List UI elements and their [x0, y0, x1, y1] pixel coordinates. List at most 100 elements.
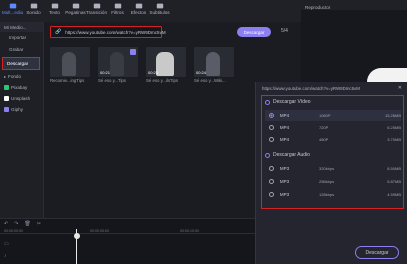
radio-icon [269, 113, 274, 118]
toolbar-text[interactable]: Texto [44, 0, 65, 22]
sidebar-item-giphy[interactable]: Giphy [0, 102, 43, 113]
option-size: 3.70MB [387, 137, 401, 142]
toolbar-label: Transición [85, 10, 108, 15]
audio-icon [265, 152, 270, 158]
folder-icon [9, 3, 16, 9]
audio-option-row[interactable]: MP3 256kbps 5.87MB [265, 176, 401, 187]
undo-icon[interactable]: ↶ [4, 221, 8, 227]
toolbar-folder[interactable]: Mult...edia [2, 0, 23, 22]
sidebar-item-background[interactable]: ▸ Fondo [0, 69, 43, 80]
option-format: MP4 [279, 137, 290, 142]
toolbar-label: Filtros [111, 10, 124, 15]
video-option-row[interactable]: MP4 480P 3.70MB [265, 134, 401, 145]
clip-caption: Sé eso y...Wiki... [194, 78, 226, 83]
option-quality: 256kbps [318, 179, 335, 184]
sticker-icon [72, 3, 79, 9]
video-section-title: Descargar Vídeo [265, 99, 311, 105]
toolbar-label: Texto [49, 10, 60, 15]
clip-duration: 00:24 [196, 70, 207, 75]
option-format: MP3 [279, 166, 290, 171]
download-button[interactable]: Descargar [355, 246, 399, 259]
option-size: 5.87MB [387, 179, 401, 184]
option-quality: 480P [318, 137, 329, 142]
toolbar-label: Subtitulos [149, 10, 170, 15]
redo-icon[interactable]: ↷ [14, 221, 18, 227]
selected-check-icon [130, 49, 136, 55]
playhead[interactable] [73, 229, 80, 264]
thumbnail-image [62, 52, 76, 76]
unsplash-icon [4, 95, 9, 101]
option-format: MP3 [279, 192, 290, 197]
pixabay-icon [4, 84, 9, 90]
timeline-tools: ↶ ↷ 🗑 ✂ [4, 221, 41, 227]
ruler-tick: 00:00:00:00 [4, 229, 23, 233]
ruler-tick: 00:00:05:00 [90, 229, 109, 233]
toolbar-subtitles[interactable]: Subtitulos [149, 0, 170, 22]
toolbar-sticker[interactable]: Pegatinas [65, 0, 86, 22]
toolbar-filter[interactable]: Filtros [107, 0, 128, 22]
media-thumbnail[interactable]: 00:23 [146, 47, 186, 77]
cut-icon[interactable]: ✂ [37, 221, 41, 227]
playhead-knob[interactable] [73, 233, 80, 239]
option-format: MP3 [279, 179, 290, 184]
dialog-url: https://www.youtube.com/watch?v=yRW9Dmc5… [262, 86, 360, 91]
option-quality: 320kbps [318, 166, 335, 171]
chevron-right-icon: ▸ [4, 73, 7, 79]
text-icon [51, 3, 58, 9]
filter-icon [114, 3, 121, 9]
timeline: ↶ ↷ 🗑 ✂ 00:00:00:00 00:00:05:00 00:00:10… [0, 218, 255, 264]
media-thumbnail[interactable] [50, 47, 90, 77]
url-input[interactable]: 🔗 https://www.youtube.com/watch?v=yRW9Dm… [50, 26, 166, 38]
toolbar-music-note[interactable]: Sonido [23, 0, 44, 22]
radio-icon [269, 192, 274, 197]
option-size: 8.50MB [387, 166, 401, 171]
sidebar-item-pixabay[interactable]: Pixabay [0, 80, 43, 91]
sidebar-header[interactable]: Mi Medio... [0, 22, 43, 32]
media-thumbnail[interactable]: 00:21 [98, 47, 138, 77]
toolbar-label: Pegatinas [65, 10, 86, 15]
download-dialog: https://www.youtube.com/watch?v=yRW9Dmc5… [255, 82, 407, 264]
audio-section-title: Descargar Audio [265, 152, 310, 158]
toolbar-effects[interactable]: Efectos [128, 0, 149, 22]
option-quality: 128kbps [318, 192, 335, 197]
radio-icon [269, 125, 274, 130]
music-note-icon [30, 3, 37, 9]
thumbnail-image [110, 52, 124, 76]
clip-caption: Sé eso y...Tips [98, 78, 126, 83]
clip-duration: 00:21 [100, 70, 111, 75]
video-option-row[interactable]: MP4 1080P 15.28MB [265, 110, 401, 121]
sidebar-item-record[interactable]: Grabar [0, 44, 43, 56]
video-option-row[interactable]: MP4 720P 6.25MB [265, 122, 401, 133]
transition-icon [93, 3, 100, 9]
toolbar-label: Sonido [26, 10, 41, 15]
audio-track-icon: ♪ [4, 253, 7, 259]
audio-option-row[interactable]: MP3 128kbps 4.59MB [265, 189, 401, 200]
clip-caption: Recomie...ingTips [50, 78, 85, 83]
link-icon: 🔗 [55, 29, 62, 35]
thumbnail-image [206, 52, 220, 76]
radio-icon [269, 179, 274, 184]
clip-caption: Sé eso y...ilsTips [146, 78, 178, 83]
sidebar-item-unsplash[interactable]: Unsplash [0, 91, 43, 102]
media-thumbnail[interactable]: 00:24 [194, 47, 234, 77]
download-count: 5/4 [281, 28, 288, 34]
delete-icon[interactable]: 🗑 [24, 221, 30, 227]
download-url-button[interactable]: Descargar [237, 27, 271, 37]
subtitles-icon [156, 3, 163, 9]
toolbar-label: Efectos [130, 10, 147, 15]
option-format: MP4 [279, 125, 290, 130]
giphy-icon [4, 106, 9, 112]
thumbnail-image [156, 52, 174, 76]
sidebar-item-download[interactable]: Descargar [2, 57, 40, 70]
download-options: Descargar Vídeo MP4 1080P 15.28MB MP4 72… [261, 95, 404, 209]
option-size: 4.59MB [387, 192, 401, 197]
effects-icon [135, 3, 142, 9]
sidebar-item-import[interactable]: Importar [0, 32, 43, 44]
audio-option-row[interactable]: MP3 320kbps 8.50MB [265, 163, 401, 174]
toolbar-transition[interactable]: Transición [86, 0, 107, 22]
option-quality: 1080P [318, 113, 331, 118]
media-sidebar: Mi Medio... Importar Grabar Descargar ▸ … [0, 22, 44, 218]
video-track-icon: ▭ [4, 241, 9, 247]
timeline-ruler: 00:00:00:00 00:00:05:00 00:00:10:00 [0, 229, 255, 234]
close-icon[interactable]: ✕ [398, 85, 402, 91]
